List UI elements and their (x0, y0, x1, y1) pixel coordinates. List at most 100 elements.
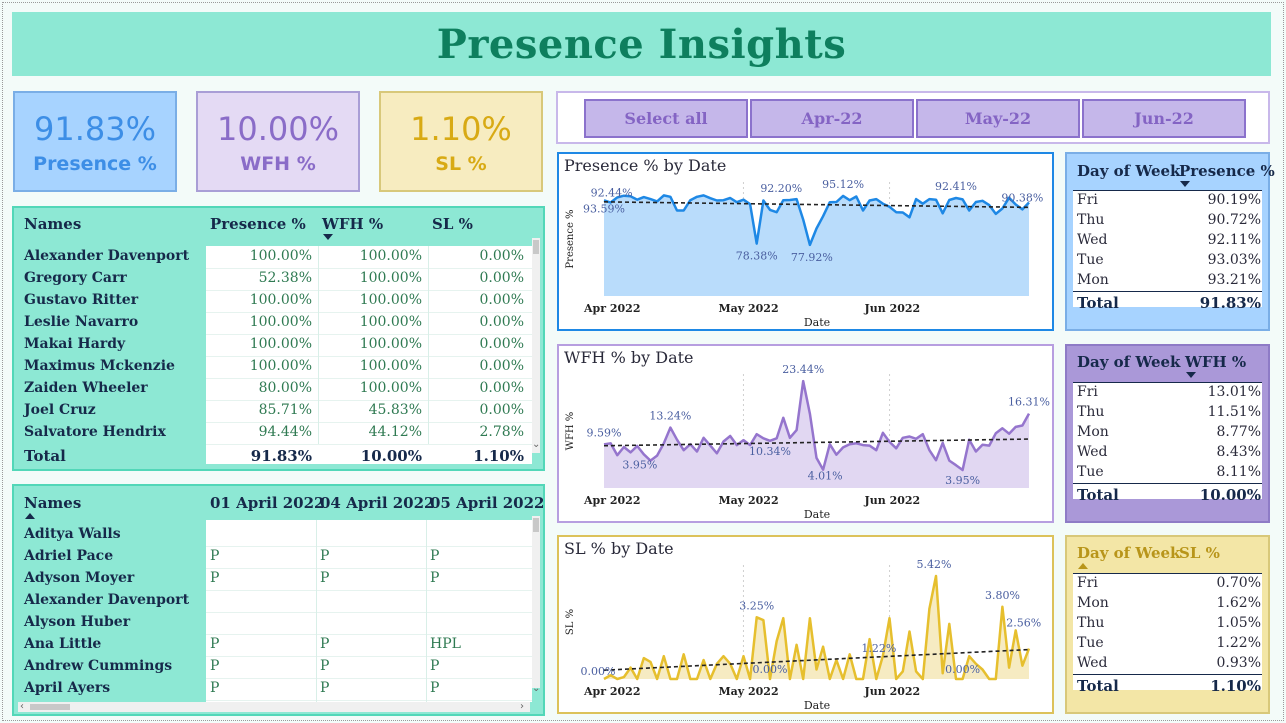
row-divider (206, 612, 532, 613)
cell-status: P (210, 680, 220, 696)
col-header-sl[interactable]: SL % (1179, 544, 1220, 562)
scroll-right-icon[interactable]: › (520, 702, 524, 712)
row-divider (206, 356, 532, 357)
row-name[interactable]: Joel Cruz (24, 402, 96, 418)
col-header-presence[interactable]: Presence % (1179, 162, 1275, 180)
cell-status: P (210, 658, 220, 674)
cell-status: P (430, 570, 440, 586)
col-header-date-1[interactable]: 01 April 2022 (210, 494, 325, 512)
cell-wfh: 100.00% (359, 358, 422, 374)
col-header-wfh[interactable]: WFH % (1185, 353, 1246, 371)
row-divider (206, 378, 532, 379)
data-label: 16.31% (1008, 396, 1050, 409)
horizontal-scrollbar[interactable]: ‹ › (18, 702, 530, 712)
row-name[interactable]: Gregory Carr (24, 270, 127, 286)
row-name[interactable]: Aditya Walls (24, 526, 121, 542)
row-name[interactable]: Maximus Mckenzie (24, 358, 175, 374)
data-label: 0.00% (945, 663, 980, 676)
data-label: 92.41% (935, 180, 977, 193)
day-name: Wed (1077, 444, 1108, 460)
row-name[interactable]: Alexander Davenport (24, 592, 189, 608)
col-header-names[interactable]: Names (24, 494, 81, 512)
kpi-label: WFH % (240, 152, 316, 175)
cell-sl: 0.00% (479, 270, 524, 286)
total-divider (1073, 674, 1262, 675)
attendance-scrollbar[interactable] (532, 516, 540, 688)
total-value: 91.83% (1199, 294, 1261, 312)
chart-title: SL % by Date (564, 539, 674, 558)
data-label: 13.24% (649, 410, 691, 423)
row-name[interactable]: Alexander Davenport (24, 248, 189, 264)
x-tick-label: May 2022 (718, 302, 778, 315)
slicer-jun-22[interactable]: Jun-22 (1082, 99, 1246, 138)
col-divider (318, 246, 319, 444)
col-header-date-2[interactable]: 04 April 2022 (320, 494, 435, 512)
data-label: 2.56% (1006, 616, 1041, 629)
cell-wfh: 100.00% (359, 380, 422, 396)
row-name[interactable]: Andrew Cummings (24, 658, 172, 674)
slicer-apr-22[interactable]: Apr-22 (750, 99, 914, 138)
slicer-select-all[interactable]: Select all (584, 99, 748, 138)
day-name: Tue (1077, 464, 1104, 480)
attendance-table-body (206, 520, 532, 702)
row-divider (206, 546, 532, 547)
cell-wfh: 100.00% (359, 336, 422, 352)
scroll-down-icon[interactable]: ⌄ (532, 684, 540, 694)
data-label: 77.92% (791, 251, 833, 264)
cell-sl: 0.00% (479, 336, 524, 352)
scrollbar-thumb[interactable] (533, 518, 539, 532)
sort-ascending-icon (25, 513, 35, 519)
kpi-value: 10.00% (216, 109, 339, 148)
sort-descending-icon (323, 234, 333, 240)
title-bar: Presence Insights (12, 12, 1271, 76)
total-label: Total (1077, 677, 1119, 695)
day-value: 93.03% (1207, 252, 1261, 268)
day-value: 1.05% (1216, 615, 1261, 631)
cell-status: P (320, 680, 330, 696)
x-axis-label: Date (804, 316, 830, 329)
row-divider (206, 444, 532, 445)
row-name[interactable]: Ana Little (24, 636, 101, 652)
col-divider (428, 246, 429, 444)
scroll-down-icon[interactable]: ⌄ (532, 440, 540, 450)
col-header-day[interactable]: Day of Week (1077, 544, 1180, 562)
row-name[interactable]: Makai Hardy (24, 336, 125, 352)
col-header-date-3[interactable]: 05 April 2022 (430, 494, 543, 512)
row-divider (206, 334, 532, 335)
cell-status: P (210, 570, 220, 586)
col-header-presence[interactable]: Presence % (210, 215, 306, 233)
sort-descending-icon (1186, 372, 1196, 378)
data-label: 0.00% (581, 665, 616, 678)
col-header-sl[interactable]: SL % (432, 215, 473, 233)
cell-status: P (430, 658, 440, 674)
header-divider (1073, 190, 1262, 191)
total-value: 10.00% (1199, 486, 1261, 504)
slicer-may-22[interactable]: May-22 (916, 99, 1080, 138)
wfh-chart: 9.59% 3.95% 13.24% 23.44% 10.34% 4.01% 3.95% 16… (557, 344, 1054, 523)
day-name: Mon (1077, 272, 1109, 288)
col-header-names[interactable]: Names (24, 215, 81, 233)
day-value: 8.77% (1216, 424, 1261, 440)
row-name[interactable]: Zaiden Wheeler (24, 380, 148, 396)
row-name[interactable]: Gustavo Ritter (24, 292, 138, 308)
kpi-value: 1.10% (410, 109, 512, 148)
col-header-wfh[interactable]: WFH % (322, 215, 383, 233)
col-header-day[interactable]: Day of Week (1077, 162, 1180, 180)
scroll-left-icon[interactable]: ‹ (20, 702, 24, 712)
scrollbar-thumb[interactable] (30, 704, 70, 710)
data-label: 23.44% (782, 363, 824, 376)
row-name[interactable]: Adyson Moyer (24, 570, 134, 586)
row-name[interactable]: Adriel Pace (24, 548, 113, 564)
row-name[interactable]: Leslie Navarro (24, 314, 138, 330)
col-header-day[interactable]: Day of Week (1077, 353, 1180, 371)
kpi-label: Presence % (33, 152, 157, 175)
row-name[interactable]: Salvatore Hendrix (24, 424, 166, 440)
summary-scrollbar[interactable] (532, 238, 540, 453)
data-label: 3.95% (945, 474, 980, 487)
row-name[interactable]: Alyson Huber (24, 614, 130, 630)
row-name[interactable]: April Ayers (24, 680, 110, 696)
cell-sl: 2.78% (479, 424, 524, 440)
day-value: 90.19% (1207, 192, 1261, 208)
scrollbar-thumb[interactable] (533, 240, 539, 254)
cell-presence: 94.44% (258, 424, 312, 440)
